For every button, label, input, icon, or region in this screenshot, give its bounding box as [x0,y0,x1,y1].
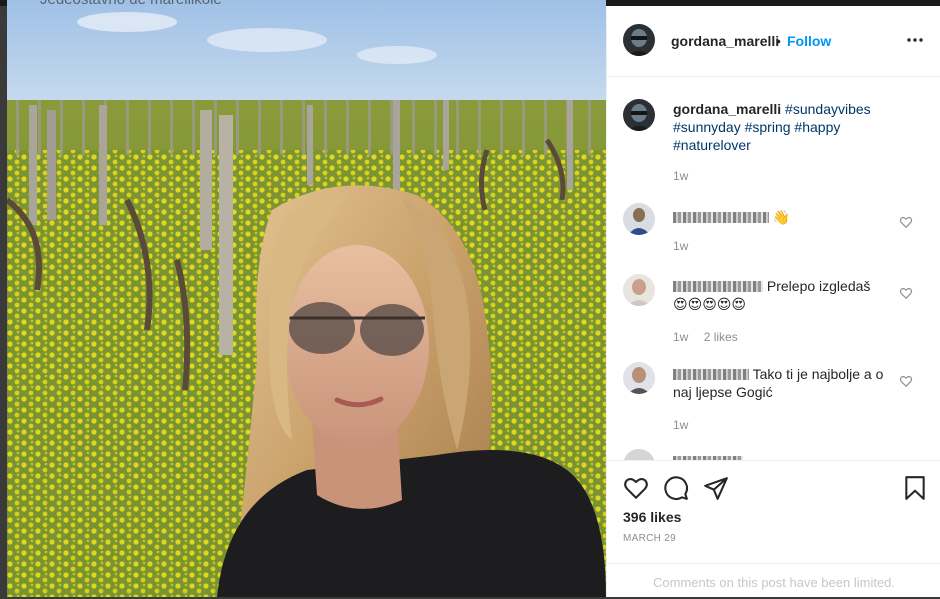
selfie-vineyard-photo [7,0,606,597]
comment-meta: 1w [673,418,700,432]
avatar[interactable] [623,24,655,56]
comment-text: 👋 [673,208,888,226]
post-photo[interactable] [7,0,606,597]
comment-text: Prelepo izgledaš 😍😍😍😍😍 [673,277,888,313]
comments-limited-bar: Comments on this post have been limited. [607,563,940,599]
hidden-username [673,281,763,292]
bookmark-icon[interactable] [902,475,928,501]
likes-count[interactable]: 396 likes [623,509,681,525]
follow-button[interactable]: Follow [787,33,831,49]
post-side-panel: gordana_marelli • Follow gordana_marelli… [606,6,940,597]
caption-text: gordana_marelli #sundayvibes #sunnyday #… [673,100,888,154]
comment-meta: 1w [673,239,700,253]
hidden-username [673,212,769,223]
heart-icon[interactable] [899,215,913,229]
heart-icon[interactable] [899,374,913,388]
comment-meta: 1w 2 likes [673,330,750,344]
comment-time[interactable]: 1w [673,418,688,432]
avatar[interactable] [623,362,655,394]
avatar[interactable] [623,99,655,131]
caption-time[interactable]: 1w [673,169,688,183]
heart-icon[interactable] [623,475,649,501]
more-options-icon[interactable] [905,30,925,50]
post-actions: 396 likes MARCH 29 Comments on this post… [607,460,940,598]
hashtag-link[interactable]: #spring [745,119,791,135]
caption-meta: 1w [673,169,700,183]
avatar[interactable] [623,449,655,460]
comment-icon[interactable] [663,475,689,501]
header-separator: • [776,33,781,49]
header-username-link[interactable]: gordana_marelli [671,33,779,49]
post-date[interactable]: MARCH 29 [623,533,676,544]
heart-icon[interactable] [899,286,913,300]
comment-likes[interactable]: 2 likes [704,330,738,344]
hashtag-link[interactable]: #naturelover [673,137,751,153]
comment-time[interactable]: 1w [673,330,688,344]
avatar[interactable] [623,203,655,235]
comment-text: Tako ti je najbolje a o naj ljepse Gogić [673,365,888,401]
hashtag-link[interactable]: #sundayvibes [785,101,871,117]
background-partial-text: Jedeostavno de marellikoie [40,0,222,8]
caption-username-link[interactable]: gordana_marelli [673,101,781,117]
post-header: gordana_marelli • Follow [607,6,940,77]
avatar[interactable] [623,274,655,306]
comments-list[interactable]: gordana_marelli #sundayvibes #sunnyday #… [607,77,940,460]
hashtag-link[interactable]: #happy [794,119,840,135]
comment-text [673,452,888,460]
hidden-username [673,369,749,380]
hashtag-link[interactable]: #sunnyday [673,119,741,135]
comments-limited-notice: Comments on this post have been limited. [652,575,896,590]
share-icon[interactable] [703,475,729,501]
comment-time[interactable]: 1w [673,239,688,253]
comment-body: 👋 [772,209,791,225]
